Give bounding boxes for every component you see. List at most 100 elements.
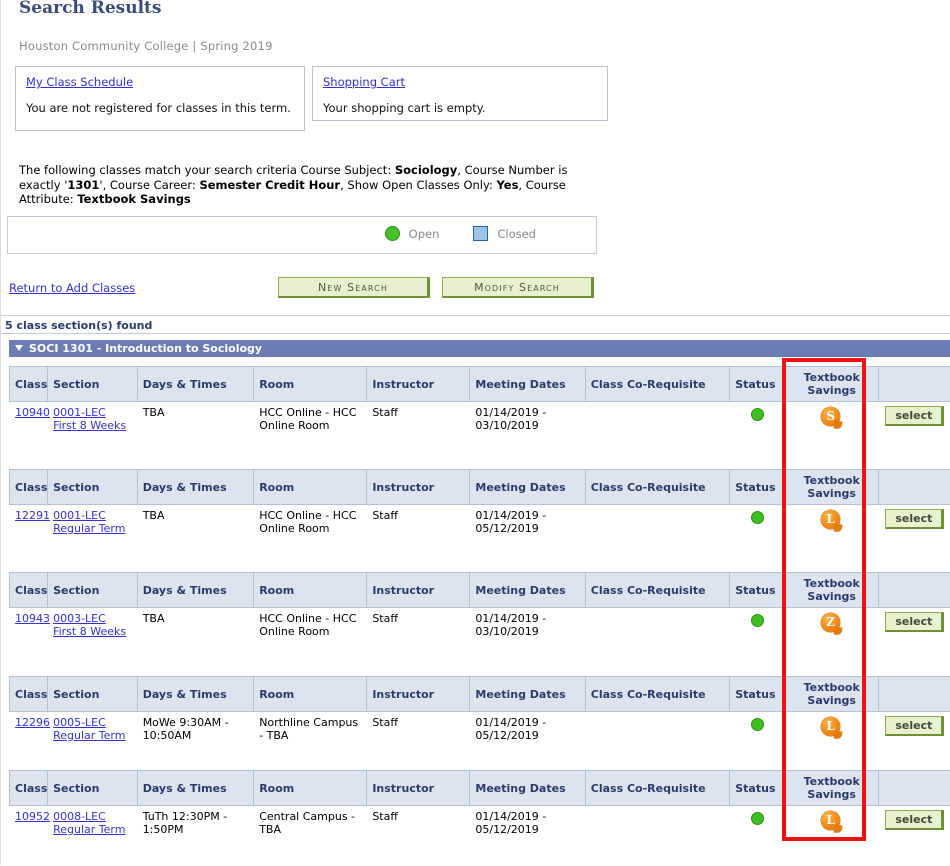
instructor-cell: Staff xyxy=(367,608,470,669)
instructor-cell: Staff xyxy=(367,806,470,866)
textbook-savings-icon-tail xyxy=(834,420,843,429)
textbook-savings-icon[interactable]: L xyxy=(821,811,842,832)
section-link-line1[interactable]: 0008-LEC xyxy=(53,810,132,823)
class-number-link[interactable]: 10943 xyxy=(15,612,42,625)
column-header-status: Status xyxy=(730,677,785,712)
column-header-room: Room xyxy=(254,470,367,505)
status-cell xyxy=(730,608,785,669)
section-link-line1[interactable]: 0003-LEC xyxy=(53,612,132,625)
meeting-dates-cell: 01/14/2019 - 05/12/2019 xyxy=(470,505,585,566)
collapse-triangle-icon[interactable] xyxy=(15,345,23,351)
status-legend: Open Closed xyxy=(7,216,597,254)
column-header-section: Section xyxy=(48,677,138,712)
textbook-savings-cell: L xyxy=(785,712,879,773)
class-number-cell: 10952 xyxy=(10,806,48,866)
meeting-dates-cell: 01/14/2019 - 03/10/2019 xyxy=(470,402,585,463)
status-cell xyxy=(730,402,785,463)
column-header-days-times: Days & Times xyxy=(137,367,254,402)
column-header-textbook-savings: Textbook Savings xyxy=(785,771,879,806)
column-header-meeting-dates: Meeting Dates xyxy=(470,771,585,806)
class-number-link[interactable]: 12296 xyxy=(15,716,42,729)
section-link-line2[interactable]: Regular Term xyxy=(53,729,132,742)
textbook-savings-icon-tail xyxy=(834,523,843,532)
class-number-cell: 10943 xyxy=(10,608,48,669)
column-header-action xyxy=(879,677,950,712)
textbook-savings-icon[interactable]: S xyxy=(821,407,842,428)
section-link-line2[interactable]: First 8 Weeks xyxy=(53,625,132,638)
column-header-meeting-dates: Meeting Dates xyxy=(470,573,585,608)
select-cell: select xyxy=(879,608,950,669)
section-cell: 0005-LECRegular Term xyxy=(48,712,138,773)
shopping-cart-text: Your shopping cart is empty. xyxy=(323,101,597,115)
section-link-line1[interactable]: 0001-LEC xyxy=(53,509,132,522)
textbook-savings-icon[interactable]: L xyxy=(821,510,842,531)
class-number-link[interactable]: 12291 xyxy=(15,509,42,522)
room-cell: HCC Online - HCC Online Room xyxy=(254,505,367,566)
section-cell: 0001-LECFirst 8 Weeks xyxy=(48,402,138,463)
section-link-line1[interactable]: 0001-LEC xyxy=(53,406,132,419)
my-class-schedule-link[interactable]: My Class Schedule xyxy=(26,75,133,89)
open-status-icon xyxy=(751,614,764,627)
meeting-dates-cell: 01/14/2019 - 05/12/2019 xyxy=(470,712,585,773)
section-link-line2[interactable]: First 8 Weeks xyxy=(53,419,132,432)
select-button[interactable]: select xyxy=(885,509,944,529)
column-header-section: Section xyxy=(48,367,138,402)
room-cell: HCC Online - HCC Online Room xyxy=(254,402,367,463)
select-button[interactable]: select xyxy=(885,810,944,830)
days-times-cell: TBA xyxy=(137,505,254,566)
textbook-savings-cell: S xyxy=(785,402,879,463)
column-header-class-co-requisite: Class Co-Requisite xyxy=(585,771,730,806)
textbook-savings-icon[interactable]: L xyxy=(821,717,842,738)
column-header-instructor: Instructor xyxy=(367,771,470,806)
column-header-status: Status xyxy=(730,367,785,402)
select-cell: select xyxy=(879,712,950,773)
class-number-cell: 12296 xyxy=(10,712,48,773)
section-link-line2[interactable]: Regular Term xyxy=(53,522,132,535)
criteria-number-value: 1301 xyxy=(67,178,99,192)
column-header-class-co-requisite: Class Co-Requisite xyxy=(585,677,730,712)
column-header-section: Section xyxy=(48,470,138,505)
room-cell: HCC Online - HCC Online Room xyxy=(254,608,367,669)
column-header-days-times: Days & Times xyxy=(137,470,254,505)
column-header-class: Class xyxy=(10,771,48,806)
criteria-career-value: Semester Credit Hour xyxy=(199,178,340,192)
criteria-lead: The following classes match your search … xyxy=(19,163,391,177)
return-to-add-classes-link[interactable]: Return to Add Classes xyxy=(9,281,135,295)
closed-status-icon xyxy=(473,226,488,241)
section-link-line1[interactable]: 0005-LEC xyxy=(53,716,132,729)
table-row: 12291 0001-LECRegular Term TBAHCC Online -… xyxy=(10,505,950,566)
column-header-instructor: Instructor xyxy=(367,573,470,608)
class-number-link[interactable]: 10940 xyxy=(15,406,42,419)
class-section-table: ClassSectionDays & TimesRoomInstructorMe… xyxy=(9,366,950,462)
column-header-class: Class xyxy=(10,573,48,608)
open-status-icon xyxy=(751,511,764,524)
section-link-line2[interactable]: Regular Term xyxy=(53,823,132,836)
my-class-schedule-text: You are not registered for classes in th… xyxy=(26,101,294,115)
class-section-table: ClassSectionDays & TimesRoomInstructorMe… xyxy=(9,572,950,668)
column-header-section: Section xyxy=(48,573,138,608)
room-cell: Northline Campus - TBA xyxy=(254,712,367,773)
legend-closed-label: Closed xyxy=(497,227,536,241)
new-search-button[interactable]: New Search xyxy=(278,277,430,298)
class-number-link[interactable]: 10952 xyxy=(15,810,42,823)
shopping-cart-link[interactable]: Shopping Cart xyxy=(323,75,405,89)
table-row: 109520008-LECRegular TermTuTh 12:30PM - … xyxy=(10,806,950,866)
institution-term-subtitle: Houston Community College | Spring 2019 xyxy=(19,39,273,53)
select-button[interactable]: select xyxy=(885,612,944,632)
textbook-savings-icon[interactable]: Z xyxy=(821,613,842,634)
class-co-requisite-cell xyxy=(585,712,730,773)
open-status-icon xyxy=(385,226,400,241)
open-status-icon xyxy=(751,718,764,731)
class-number-cell: 12291 xyxy=(10,505,48,566)
course-group-header[interactable]: SOCI 1301 - Introduction to Sociology xyxy=(9,340,950,357)
column-header-instructor: Instructor xyxy=(367,677,470,712)
status-cell xyxy=(730,505,785,566)
section-cell: 0008-LECRegular Term xyxy=(48,806,138,866)
class-co-requisite-cell xyxy=(585,505,730,566)
select-button[interactable]: select xyxy=(885,716,944,736)
modify-search-button[interactable]: Modify Search xyxy=(442,277,594,298)
select-button[interactable]: select xyxy=(885,406,944,426)
legend-open: Open xyxy=(385,226,440,241)
instructor-cell: Staff xyxy=(367,505,470,566)
textbook-savings-icon-tail xyxy=(834,824,843,833)
